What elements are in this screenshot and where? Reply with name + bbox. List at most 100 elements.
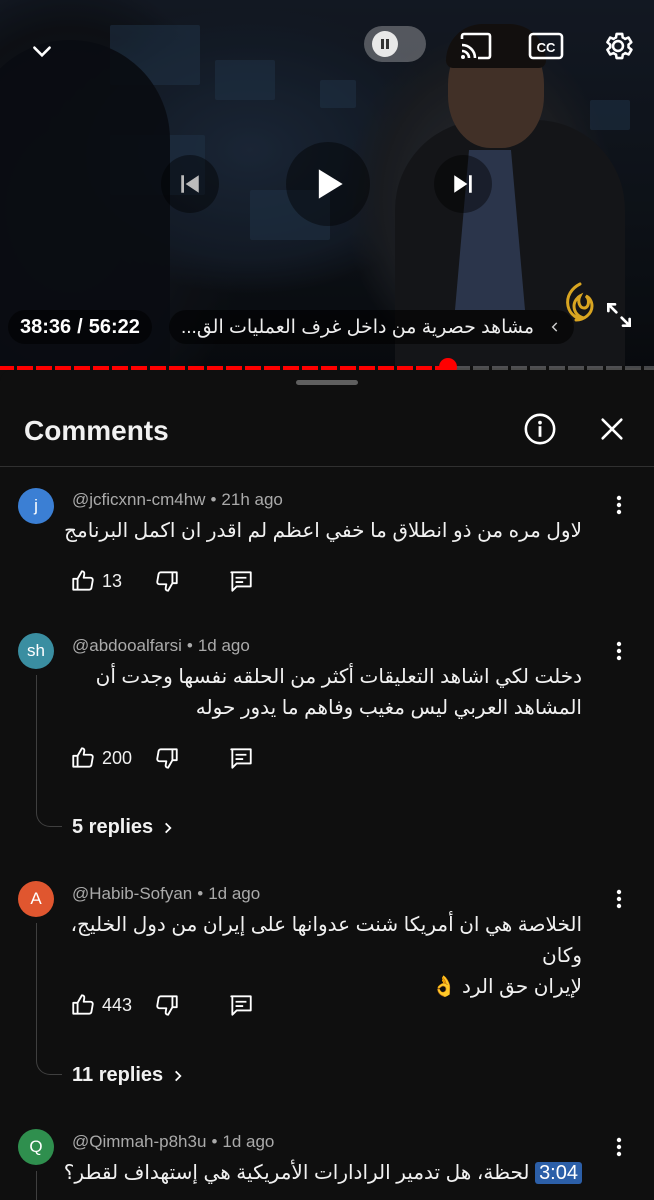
reply-icon [230, 748, 252, 769]
view-replies-button[interactable]: 5 replies [72, 816, 175, 839]
comment-line-text: لحظة، هل تدمير الرادارات الأمريكية هي إس… [63, 1162, 582, 1200]
avatar[interactable]: j [18, 488, 54, 524]
reply-button[interactable] [228, 745, 254, 771]
autoplay-toggle[interactable] [364, 26, 426, 62]
thread-line [36, 923, 62, 1075]
dislike-button[interactable] [154, 745, 180, 771]
thumbs-up-icon [72, 570, 94, 591]
comment-line: لإيران حق الرد 👌 [431, 976, 582, 998]
comment-menu-button[interactable] [604, 490, 634, 520]
chevron-down-icon [33, 46, 51, 58]
settings-button[interactable] [596, 24, 640, 68]
settings-icon [606, 32, 633, 60]
comment-meta: @Qimmah-p8h3u • 1d ago [72, 1132, 274, 1152]
current-time: 38:36 [20, 315, 72, 338]
more-vert-icon [616, 1137, 622, 1157]
chapter-title-pill[interactable]: مشاهد حصرية من داخل غرف العمليات الق... [169, 310, 574, 344]
cc-icon: CC [528, 32, 564, 60]
timestamp-link[interactable]: 3:04 [535, 1162, 582, 1184]
comment-text: الخلاصة هي ان أمريكا شنت عدوانها على إير… [62, 910, 582, 1003]
time-display[interactable]: 38:36 / 56:22 [8, 310, 152, 344]
comment-line: الخلاصة هي ان أمريكا شنت عدوانها على إير… [70, 914, 582, 967]
comment-menu-button[interactable] [604, 1132, 634, 1162]
captions-button[interactable]: CC [526, 26, 566, 66]
comment-time: 1d ago [208, 884, 261, 903]
header-divider [0, 466, 654, 467]
comment-text: دخلت لكي اشاهد التعليقات أكثر من الحلقه … [62, 662, 582, 724]
avatar[interactable]: Q [18, 1129, 54, 1165]
like-count: 200 [102, 747, 133, 768]
pause-icon [372, 31, 398, 57]
previous-icon [181, 175, 199, 193]
drag-handle[interactable] [296, 380, 358, 385]
avatar[interactable]: A [18, 881, 54, 917]
more-vert-icon [616, 641, 622, 661]
like-button[interactable]: 443 [70, 992, 132, 1018]
dislike-button[interactable] [154, 992, 180, 1018]
meta-dot: • [186, 636, 193, 655]
cast-button[interactable] [456, 26, 496, 66]
time-separator: / [77, 315, 83, 338]
thumbs-down-icon [156, 571, 178, 592]
like-button[interactable]: 13 [70, 568, 122, 594]
comment-time: 1d ago [197, 636, 250, 655]
thumbs-up-icon [72, 747, 94, 768]
next-button[interactable] [434, 155, 492, 213]
like-count: 443 [102, 994, 133, 1015]
next-icon [454, 175, 472, 193]
comment-line: 3:04 لحظة، هل تدمير الرادارات الأمريكية … [62, 1158, 582, 1200]
reply-icon [230, 995, 252, 1016]
dislike-button[interactable] [154, 568, 180, 594]
info-button[interactable] [522, 411, 558, 447]
svg-text:CC: CC [537, 40, 556, 55]
avatar[interactable]: sh [18, 633, 54, 669]
comment-author[interactable]: @Qimmah-p8h3u [72, 1132, 206, 1151]
close-icon [601, 418, 623, 440]
comments-sheet: Comments j @jcficxnn-cm4hw • 21h ago لاول … [0, 370, 654, 1200]
view-replies-button[interactable]: 11 replies [72, 1064, 185, 1087]
video-player[interactable]: CC 38:36 / 56:22 مشاهد حصرية من داخل غرف… [0, 0, 654, 368]
comment-line: المشاهد العربي ليس مغيب وفاهم ما يدور حو… [195, 697, 582, 719]
play-button[interactable] [286, 142, 370, 226]
previous-button[interactable] [161, 155, 219, 213]
chevron-right-icon [175, 1070, 182, 1081]
replies-count: 11 replies [72, 1064, 164, 1086]
minimize-button[interactable] [20, 30, 64, 74]
fullscreen-icon [607, 303, 631, 327]
comment-menu-button[interactable] [604, 884, 634, 914]
comment-text: 3:04 لحظة، هل تدمير الرادارات الأمريكية … [62, 1158, 582, 1200]
reply-button[interactable] [228, 992, 254, 1018]
thumbs-down-icon [156, 748, 178, 769]
like-count: 13 [102, 570, 123, 591]
thumbs-up-icon [72, 994, 94, 1015]
like-button[interactable]: 200 [70, 745, 132, 771]
duration: 56:22 [88, 315, 140, 338]
chevron-right-icon [165, 822, 172, 833]
close-button[interactable] [594, 411, 630, 447]
replies-count: 5 replies [72, 816, 154, 838]
reply-button[interactable] [228, 568, 254, 594]
comment-meta: @abdooalfarsi • 1d ago [72, 636, 250, 656]
meta-dot: • [211, 1132, 218, 1151]
fullscreen-button[interactable] [594, 290, 644, 340]
meta-dot: • [197, 884, 204, 903]
chapter-title: مشاهد حصرية من داخل غرف العمليات الق... [181, 316, 535, 338]
comment-meta: @Habib-Sofyan • 1d ago [72, 884, 260, 904]
comment-line: دخلت لكي اشاهد التعليقات أكثر من الحلقه … [95, 666, 582, 688]
comment-line: لاول مره من ذو انطلاق ما خفي اعظم لم اقد… [64, 520, 582, 542]
more-vert-icon [616, 889, 622, 909]
channel-logo [566, 282, 594, 322]
thumbs-down-icon [156, 995, 178, 1016]
comment-meta: @jcficxnn-cm4hw • 21h ago [72, 490, 283, 510]
comment-author[interactable]: @jcficxnn-cm4hw [72, 490, 205, 509]
comment-author[interactable]: @Habib-Sofyan [72, 884, 192, 903]
comments-title: Comments [24, 415, 169, 446]
comment-time: 1d ago [222, 1132, 275, 1151]
comment-author[interactable]: @abdooalfarsi [72, 636, 182, 655]
cast-icon [460, 32, 492, 60]
more-vert-icon [616, 495, 622, 515]
comment-menu-button[interactable] [604, 636, 634, 666]
meta-dot: • [210, 490, 217, 509]
play-icon [318, 169, 343, 199]
comment-text: لاول مره من ذو انطلاق ما خفي اعظم لم اقد… [62, 516, 582, 547]
